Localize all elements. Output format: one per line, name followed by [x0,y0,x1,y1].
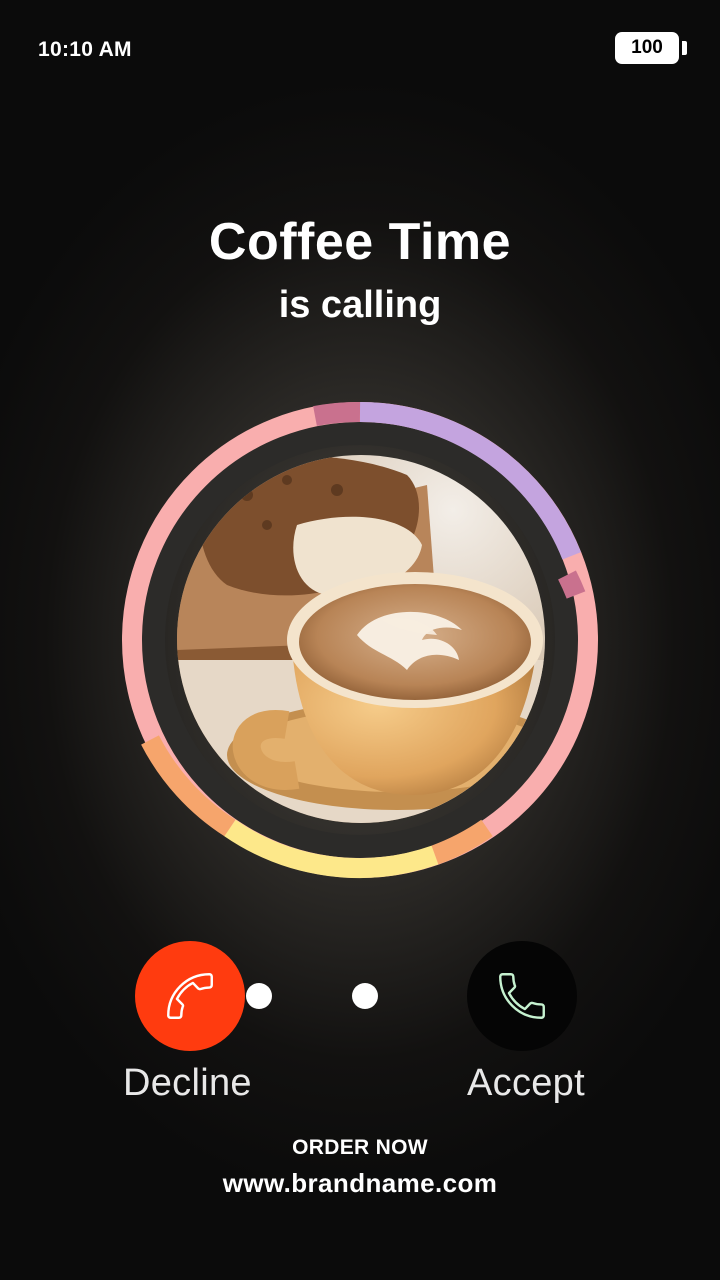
phone-icon [167,973,213,1019]
decline-button[interactable] [135,941,245,1051]
caller-name: Coffee Time [208,213,512,271]
caller-photo [177,455,545,823]
battery-tip [682,41,687,55]
battery-level: 100 [631,37,663,58]
ring-segment-mauve [313,402,361,426]
accept-label: Accept [467,1062,585,1104]
order-now-link[interactable]: ORDER NOW [0,1136,720,1160]
accept-button[interactable] [467,941,577,1051]
swipe-dot [246,983,272,1009]
website-link[interactable]: www.brandname.com [0,1168,720,1199]
phone-icon [499,973,545,1019]
calling-status: is calling [278,284,442,326]
battery-indicator: 100 [615,32,679,64]
status-time: 10:10 AM [38,38,132,61]
decline-label: Decline [123,1062,252,1104]
swipe-dot [352,983,378,1009]
ring-segment-mauve-2 [558,570,586,599]
